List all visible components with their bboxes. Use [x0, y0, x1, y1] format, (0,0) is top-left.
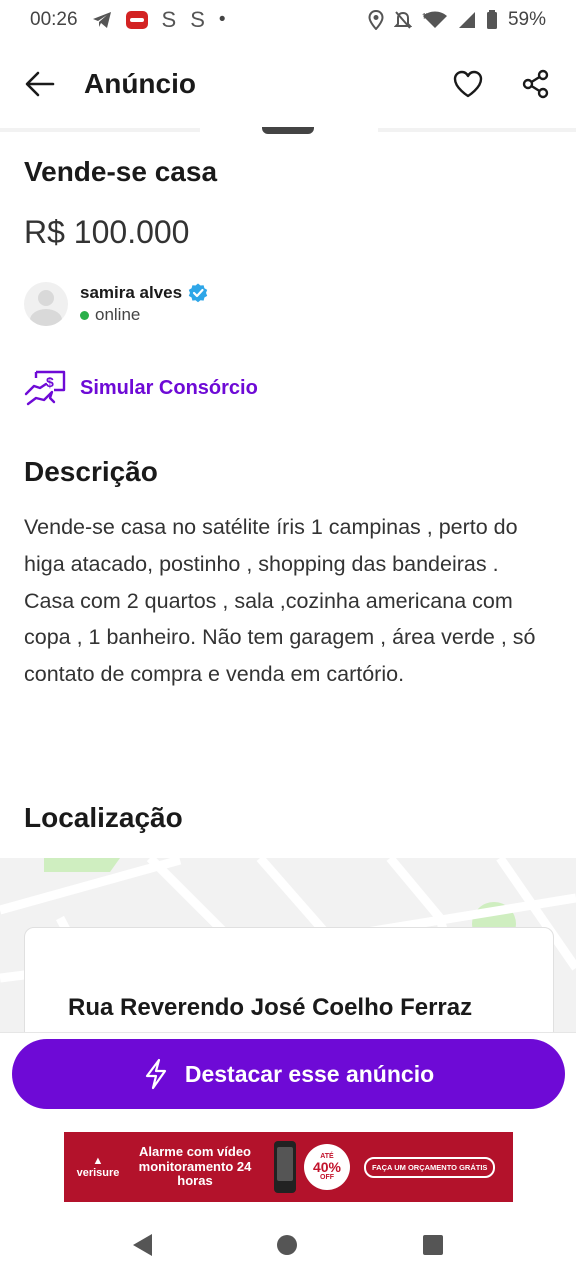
- online-dot-icon: [80, 310, 89, 320]
- destacar-anuncio-button[interactable]: Destacar esse anúncio: [12, 1039, 565, 1109]
- battery-level: 59%: [507, 9, 546, 30]
- svg-text:⇅: ⇅: [422, 12, 429, 21]
- nav-back-icon[interactable]: [132, 1234, 152, 1256]
- seller-info[interactable]: samira alves online: [24, 282, 208, 326]
- seller-details: samira alves online: [80, 283, 208, 325]
- status-right: ⇅ 59%: [368, 9, 546, 31]
- address-text: Rua Reverendo José Coelho Ferraz: [68, 994, 473, 1021]
- seller-name: samira alves: [80, 283, 183, 302]
- seller-status: online: [80, 305, 208, 325]
- status-bar: 00:26 S S • ⇅ 59%: [0, 0, 576, 40]
- ad-title: Vende-se casa: [24, 156, 218, 187]
- telegram-icon: [92, 11, 112, 29]
- avatar: [24, 282, 68, 326]
- simular-consorcio-label: Simular Consórcio: [80, 376, 258, 399]
- heart-icon[interactable]: [452, 68, 484, 100]
- lightning-icon: [145, 1058, 166, 1090]
- divider: [0, 128, 200, 132]
- status-time: 00:26: [30, 9, 78, 30]
- nav-recents-icon[interactable]: [423, 1235, 444, 1255]
- battery-icon: [486, 10, 498, 30]
- wifi-icon: ⇅: [422, 11, 448, 29]
- svg-text:$: $: [46, 374, 54, 390]
- badge-suffix: OFF: [320, 1174, 334, 1181]
- sheet-handle[interactable]: [262, 127, 314, 134]
- address-card[interactable]: [24, 927, 554, 1047]
- system-nav-bar: [0, 1210, 576, 1280]
- seller-status-label: online: [95, 305, 141, 324]
- phone-icon: [274, 1141, 296, 1193]
- badge-value: 40%: [312, 1159, 342, 1175]
- youtube-icon: [125, 11, 148, 29]
- nav-home-icon[interactable]: [277, 1235, 298, 1255]
- banner-logo-icon: ▲: [92, 1154, 104, 1167]
- description-heading: Descrição: [24, 456, 158, 487]
- discount-badge: ATÉ 40% OFF: [304, 1144, 350, 1190]
- location-icon: [368, 10, 384, 30]
- ad-price: R$ 100.000: [24, 214, 190, 250]
- signal-icon: [458, 11, 476, 29]
- simular-consorcio-link[interactable]: $ Simular Consórcio: [24, 368, 258, 408]
- status-dot: •: [218, 9, 226, 30]
- seller-name-row: samira alves: [80, 283, 208, 303]
- back-arrow-icon[interactable]: [24, 68, 56, 100]
- consorcio-icon: $: [24, 370, 66, 406]
- page-title: Anúncio: [84, 68, 196, 99]
- mute-icon: [393, 10, 412, 30]
- banner-headline: Alarme com vídeo monitoramento 24 horas: [138, 1143, 252, 1189]
- ad-banner[interactable]: ▲ verisure Alarme com vídeo monitorament…: [64, 1132, 513, 1202]
- description-text: Vende-se casa no satélite íris 1 campina…: [24, 515, 536, 687]
- status-s-icon: S: [190, 7, 205, 32]
- verified-badge-icon: [188, 283, 208, 303]
- banner-cta-button[interactable]: FAÇA UM ORÇAMENTO GRÁTIS: [364, 1156, 496, 1178]
- location-heading: Localização: [24, 802, 183, 833]
- app-bar: Anúncio: [0, 44, 576, 124]
- banner-logo: ▲ verisure: [72, 1155, 124, 1179]
- banner-brand: verisure: [76, 1167, 120, 1179]
- destacar-anuncio-label: Destacar esse anúncio: [184, 1060, 435, 1087]
- divider: [378, 128, 576, 132]
- status-s-icon: S: [161, 7, 177, 32]
- app-actions: [452, 68, 552, 100]
- status-left: 00:26 S S •: [30, 7, 226, 33]
- share-icon[interactable]: [520, 68, 552, 100]
